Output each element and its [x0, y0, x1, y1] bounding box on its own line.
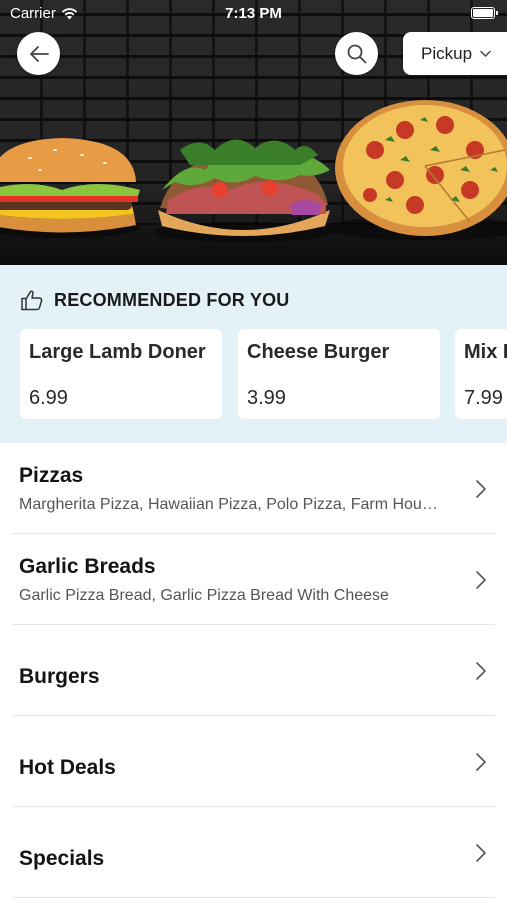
search-button[interactable]	[335, 32, 378, 75]
burger-image	[0, 138, 140, 238]
category-title: Burgers	[19, 665, 100, 688]
recommended-item-name: Mix Kebab	[464, 341, 507, 363]
category-title: Specials	[19, 847, 105, 870]
chevron-down-icon	[480, 50, 491, 57]
category-title: Pizzas	[19, 464, 84, 487]
category-row-garlic-breads[interactable]: Garlic Breads Garlic Pizza Bread, Garlic…	[0, 534, 507, 625]
recommended-item-name: Cheese Burger	[247, 341, 390, 363]
recommended-item-price: 3.99	[247, 387, 286, 409]
battery-icon	[471, 7, 498, 19]
category-title: Garlic Breads	[19, 555, 156, 578]
chevron-right-icon	[476, 753, 486, 771]
recommended-card[interactable]: Cheese Burger 3.99	[238, 329, 440, 419]
recommended-card[interactable]: Large Lamb Doner 6.99	[20, 329, 222, 419]
recommended-header: RECOMMENDED FOR YOU	[20, 289, 289, 311]
back-button[interactable]	[17, 32, 60, 75]
recommended-item-price: 7.99	[464, 387, 503, 409]
category-subtitle: Margherita Pizza, Hawaiian Pizza, Polo P…	[19, 496, 444, 513]
category-row-specials[interactable]: Specials	[0, 807, 507, 898]
order-mode-label: Pickup	[421, 43, 473, 63]
category-row-pizzas[interactable]: Pizzas Margherita Pizza, Hawaiian Pizza,…	[0, 443, 507, 534]
doner-image	[153, 139, 333, 242]
status-time: 7:13 PM	[225, 5, 282, 22]
order-mode-selector[interactable]: Pickup	[403, 32, 507, 75]
hero-banner: Carrier 7:13 PM Pickup	[0, 0, 507, 265]
category-row-burgers[interactable]: Burgers	[0, 625, 507, 716]
recommended-item-name: Large Lamb Doner	[29, 341, 206, 363]
divider	[12, 897, 495, 898]
pizza-image	[325, 100, 507, 240]
chevron-right-icon	[476, 662, 486, 680]
thumbs-up-icon	[21, 290, 43, 311]
chevron-right-icon	[476, 571, 486, 589]
category-row-hot-deals[interactable]: Hot Deals	[0, 716, 507, 807]
search-icon	[347, 44, 366, 63]
status-bar: Carrier 7:13 PM	[0, 0, 507, 28]
recommended-item-price: 6.99	[29, 387, 68, 409]
category-subtitle: Garlic Pizza Bread, Garlic Pizza Bread W…	[19, 587, 389, 604]
recommended-card[interactable]: Mix Kebab 7.99	[455, 329, 507, 419]
arrow-left-icon	[29, 45, 49, 62]
recommended-section: RECOMMENDED FOR YOU Large Lamb Doner 6.9…	[0, 265, 507, 443]
chevron-right-icon	[476, 480, 486, 498]
chevron-right-icon	[476, 844, 486, 862]
recommended-title: RECOMMENDED FOR YOU	[54, 289, 290, 310]
category-title: Hot Deals	[19, 756, 116, 779]
